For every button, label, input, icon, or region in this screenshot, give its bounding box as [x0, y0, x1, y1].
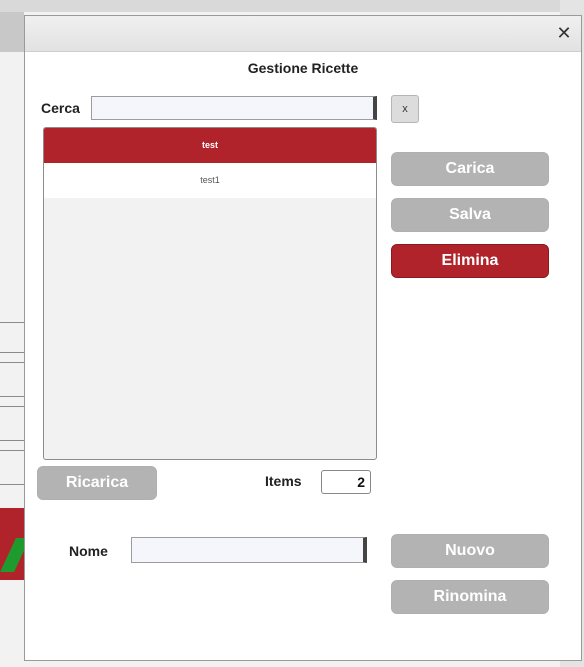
recipe-list[interactable]: test test1 [43, 127, 377, 460]
background-divider [0, 484, 24, 485]
dialog-title: Gestione Ricette [247, 60, 359, 76]
dialog-titlebar: ✕ [25, 16, 581, 52]
background-divider [0, 450, 24, 451]
items-label: Items [265, 473, 302, 489]
name-input[interactable] [131, 537, 367, 563]
search-label: Cerca [41, 100, 80, 116]
background-divider [0, 396, 24, 397]
background-divider [0, 406, 24, 407]
reload-button[interactable]: Ricarica [37, 466, 157, 500]
save-button[interactable]: Salva [391, 198, 549, 232]
name-label: Nome [69, 543, 108, 559]
load-button[interactable]: Carica [391, 152, 549, 186]
search-input[interactable] [91, 96, 377, 120]
items-count: 2 [321, 470, 371, 494]
list-item[interactable]: test1 [44, 163, 376, 198]
background-app-topbar [0, 0, 584, 12]
recipe-manager-dialog: ✕ Gestione Ricette Cerca x test test1 Ca… [24, 15, 582, 661]
clear-search-button[interactable]: x [391, 95, 419, 123]
list-item[interactable]: test [44, 128, 376, 163]
background-divider [0, 322, 24, 323]
background-divider [0, 362, 24, 363]
rename-button[interactable]: Rinomina [391, 580, 549, 614]
new-button[interactable]: Nuovo [391, 534, 549, 568]
background-divider [0, 352, 24, 353]
close-icon[interactable]: ✕ [553, 22, 575, 44]
delete-button[interactable]: Elimina [391, 244, 549, 278]
background-app-strip [0, 12, 24, 52]
background-divider [0, 440, 24, 441]
